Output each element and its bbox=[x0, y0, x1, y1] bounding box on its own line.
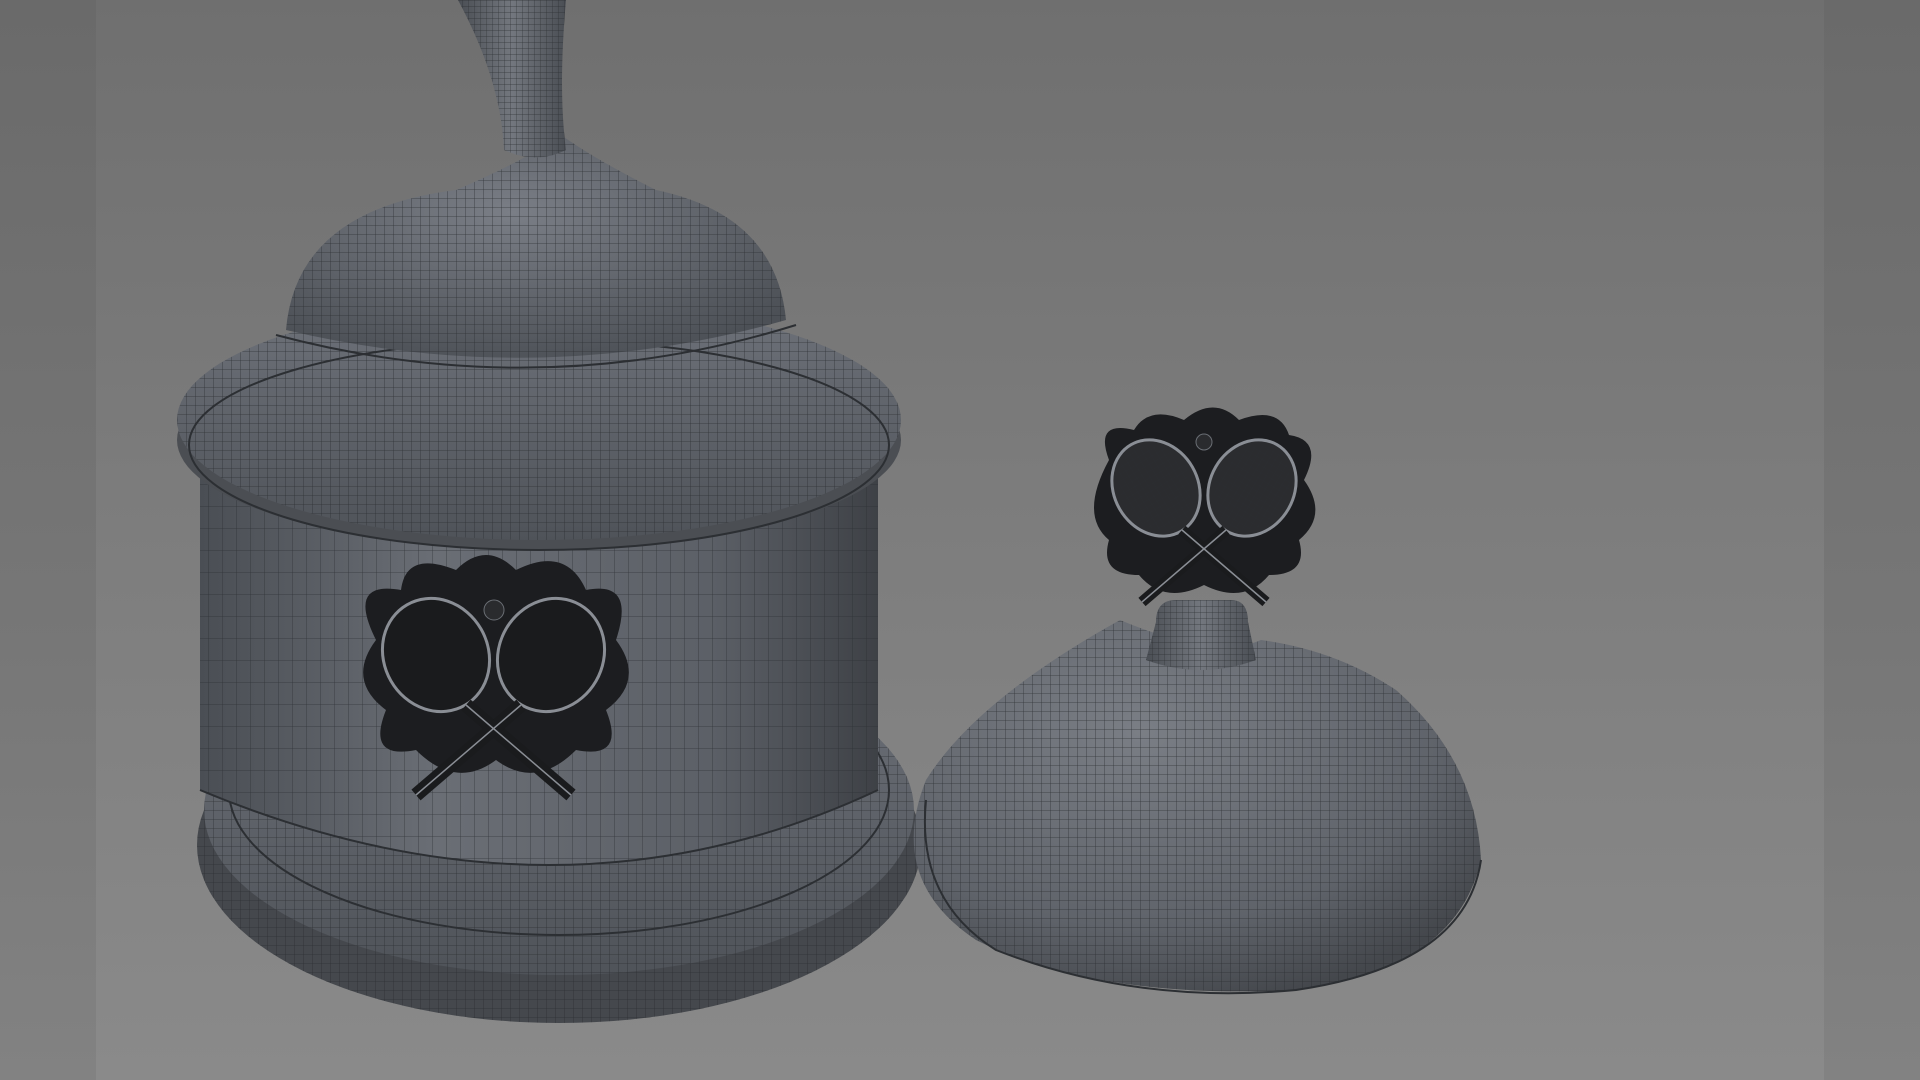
trophy-lid-neck bbox=[1146, 600, 1256, 670]
trophy-lid[interactable] bbox=[913, 407, 1482, 995]
scene-svg bbox=[177, 0, 1482, 1023]
viewport-right-margin bbox=[1824, 0, 1920, 1080]
scene-canvas[interactable] bbox=[96, 0, 1824, 1080]
viewport-left-margin bbox=[0, 0, 96, 1080]
trophy-lid-cone bbox=[913, 620, 1482, 995]
3d-viewport[interactable] bbox=[0, 0, 1920, 1080]
trophy-base-stem bbox=[458, 0, 566, 158]
trophy-base[interactable] bbox=[177, 0, 921, 1023]
crossed-tennis-rackets-emblem bbox=[1094, 407, 1316, 607]
trophy-base-dome bbox=[275, 135, 797, 369]
